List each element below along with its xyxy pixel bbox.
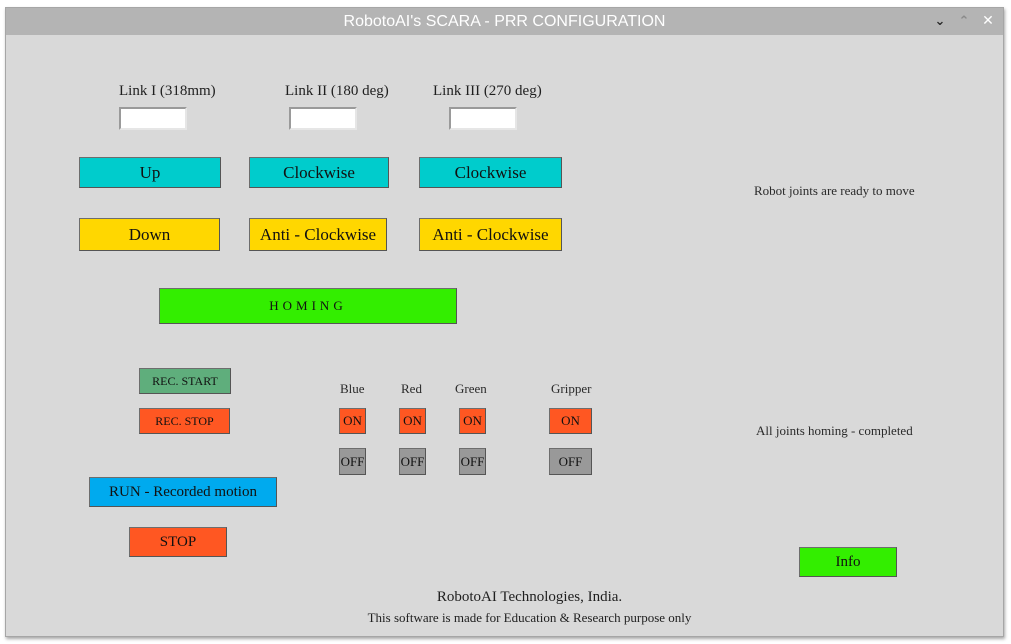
footer-note: This software is made for Education & Re… [367, 610, 692, 625]
app-window: RobotoAI's SCARA - PRR CONFIGURATION ⌄ ⌃… [5, 7, 1004, 637]
link1-label: Link I (318mm) [119, 83, 216, 99]
green-off-button[interactable]: OFF [459, 448, 486, 475]
status-homing-text: All joints homing - completed [756, 423, 913, 438]
run-recorded-motion-button[interactable]: RUN - Recorded motion [89, 477, 277, 507]
link2-label: Link II (180 deg) [285, 83, 389, 99]
gripper-on-button[interactable]: ON [549, 408, 592, 434]
gripper-label: Gripper [551, 381, 592, 396]
homing-button[interactable]: HOMING [159, 288, 457, 324]
green-on-button[interactable]: ON [459, 408, 486, 434]
link3-input[interactable] [449, 107, 517, 130]
rec-start-button[interactable]: REC. START [139, 368, 231, 394]
gripper-off-button[interactable]: OFF [549, 448, 592, 475]
close-icon[interactable]: ✕ [978, 8, 998, 35]
link1-up-button[interactable]: Up [79, 157, 221, 188]
link3-label: Link III (270 deg) [433, 83, 542, 99]
status-ready-text: Robot joints are ready to move [754, 183, 915, 198]
window-title: RobotoAI's SCARA - PRR CONFIGURATION [343, 13, 666, 30]
title-bar: RobotoAI's SCARA - PRR CONFIGURATION ⌄ ⌃… [6, 8, 1003, 35]
blue-off-button[interactable]: OFF [339, 448, 366, 475]
red-off-button[interactable]: OFF [399, 448, 426, 475]
red-led-label: Red [401, 381, 422, 396]
maximize-icon[interactable]: ⌃ [954, 8, 974, 35]
link1-input[interactable] [119, 107, 187, 130]
blue-led-label: Blue [340, 381, 365, 396]
footer-company: RobotoAI Technologies, India. [436, 589, 623, 605]
link3-clockwise-button[interactable]: Clockwise [419, 157, 562, 188]
link3-anticlockwise-button[interactable]: Anti - Clockwise [419, 218, 562, 251]
link2-clockwise-button[interactable]: Clockwise [249, 157, 389, 188]
rec-stop-button[interactable]: REC. STOP [139, 408, 230, 434]
link2-input[interactable] [289, 107, 357, 130]
minimize-icon[interactable]: ⌄ [930, 8, 950, 35]
stop-button[interactable]: STOP [129, 527, 227, 557]
blue-on-button[interactable]: ON [339, 408, 366, 434]
info-button[interactable]: Info [799, 547, 897, 577]
link1-down-button[interactable]: Down [79, 218, 220, 251]
green-led-label: Green [455, 381, 487, 396]
link2-anticlockwise-button[interactable]: Anti - Clockwise [249, 218, 387, 251]
red-on-button[interactable]: ON [399, 408, 426, 434]
